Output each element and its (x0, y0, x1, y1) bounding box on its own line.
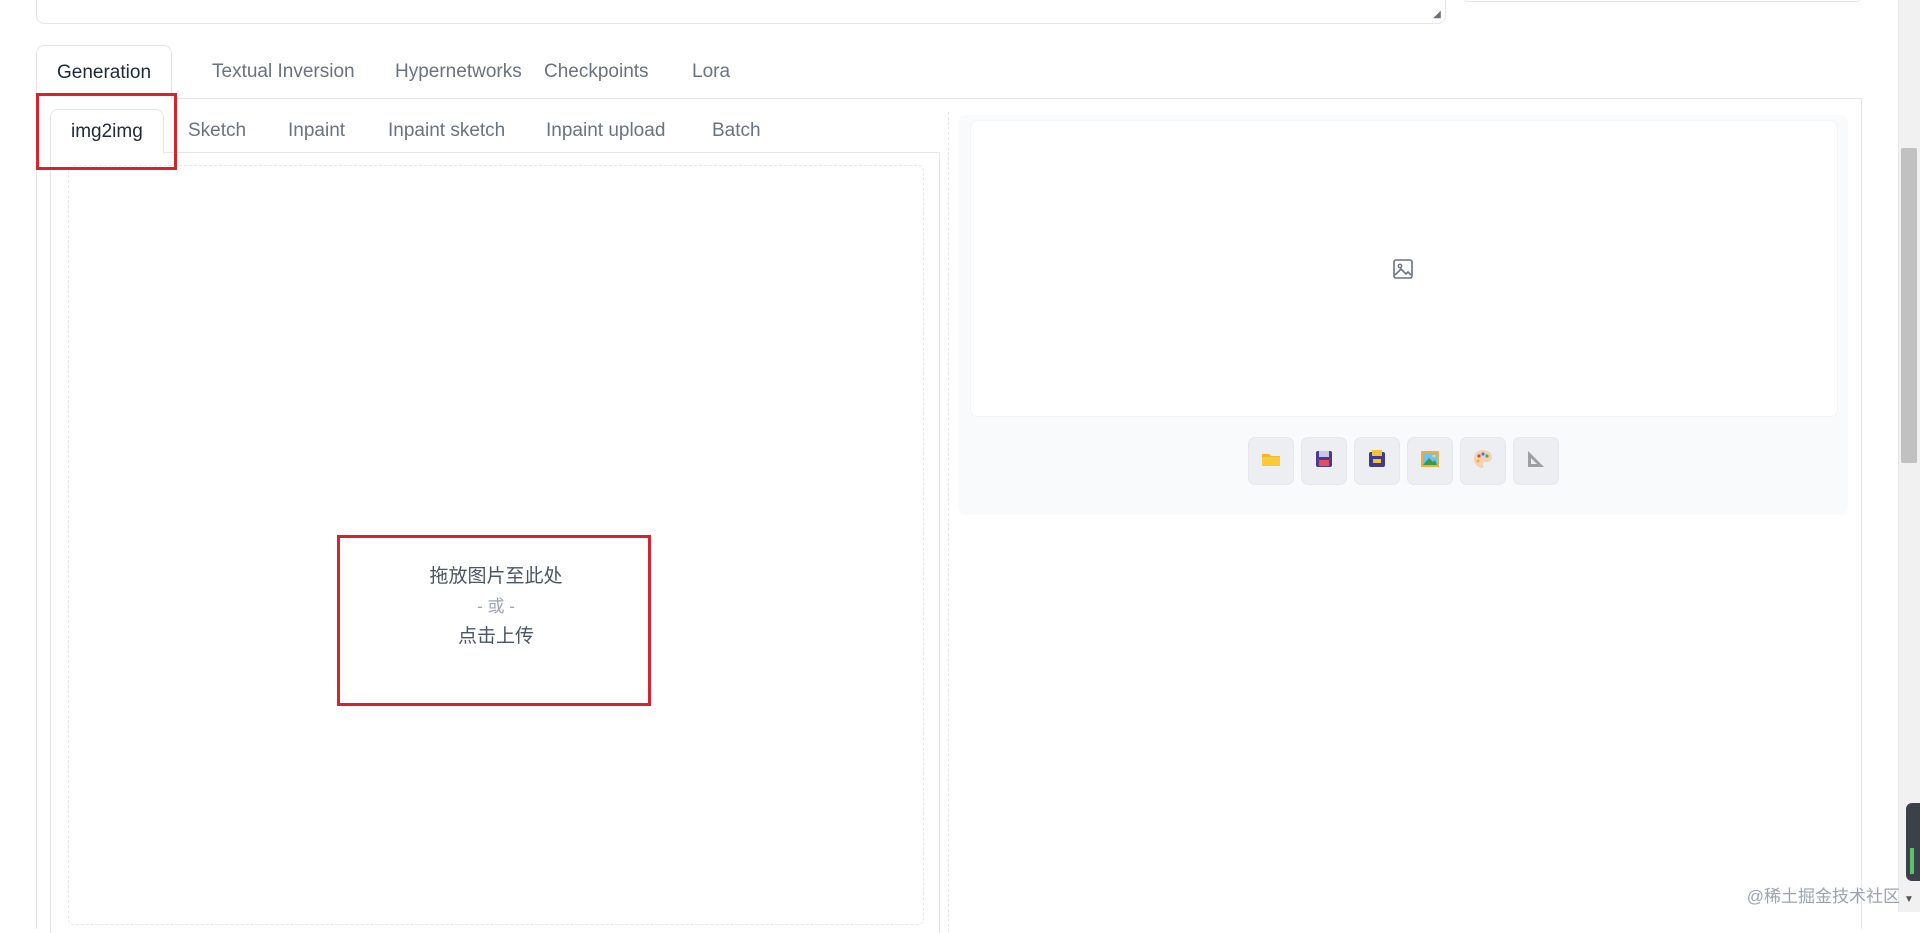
side-widget-indicator (1910, 848, 1914, 874)
send-to-img2img-button[interactable] (1407, 437, 1453, 485)
save-icon (1313, 448, 1335, 475)
send-to-inpaint-button[interactable] (1460, 437, 1506, 485)
send-to-extras-button[interactable] (1513, 437, 1559, 485)
ruler-triangle-icon (1525, 448, 1547, 475)
scroll-down-icon[interactable]: ▼ (1902, 893, 1916, 907)
palette-icon (1472, 448, 1494, 475)
image-placeholder-icon (1392, 258, 1414, 280)
zip-button[interactable] (1354, 437, 1400, 485)
tab-textual-inversion[interactable]: Textual Inversion (192, 45, 375, 99)
scrollbar-thumb[interactable] (1901, 148, 1917, 463)
resize-handle-icon[interactable]: ◢ (1431, 9, 1443, 21)
highlight-img2img-tab (36, 93, 177, 170)
subtab-inpaint-upload[interactable]: Inpaint upload (526, 109, 685, 153)
watermark: @稀土掘金技术社区 (1746, 887, 1900, 906)
subtab-sketch[interactable]: Sketch (168, 109, 266, 153)
main-tabs: Generation Textual Inversion Hypernetwor… (36, 45, 1862, 100)
subtab-batch[interactable]: Batch (692, 109, 781, 153)
subtab-inpaint-sketch[interactable]: Inpaint sketch (368, 109, 525, 153)
zip-icon (1366, 448, 1388, 475)
folder-icon (1260, 448, 1282, 475)
open-folder-button[interactable] (1248, 437, 1294, 485)
tab-hypernetworks[interactable]: Hypernetworks (375, 45, 542, 99)
highlight-upload-area (337, 535, 651, 706)
prompt-textarea[interactable]: ◢ (36, 0, 1446, 24)
tab-checkpoints[interactable]: Checkpoints (524, 45, 669, 99)
tab-lora[interactable]: Lora (672, 45, 750, 99)
column-divider (948, 112, 949, 932)
tab-generation[interactable]: Generation (36, 45, 173, 100)
save-button[interactable] (1301, 437, 1347, 485)
picture-icon (1419, 448, 1441, 475)
top-right-panel-edge (1462, 0, 1862, 2)
img2img-sub-tabs: img2img Sketch Inpaint Inpaint sketch In… (50, 109, 940, 154)
subtab-inpaint[interactable]: Inpaint (268, 109, 365, 153)
